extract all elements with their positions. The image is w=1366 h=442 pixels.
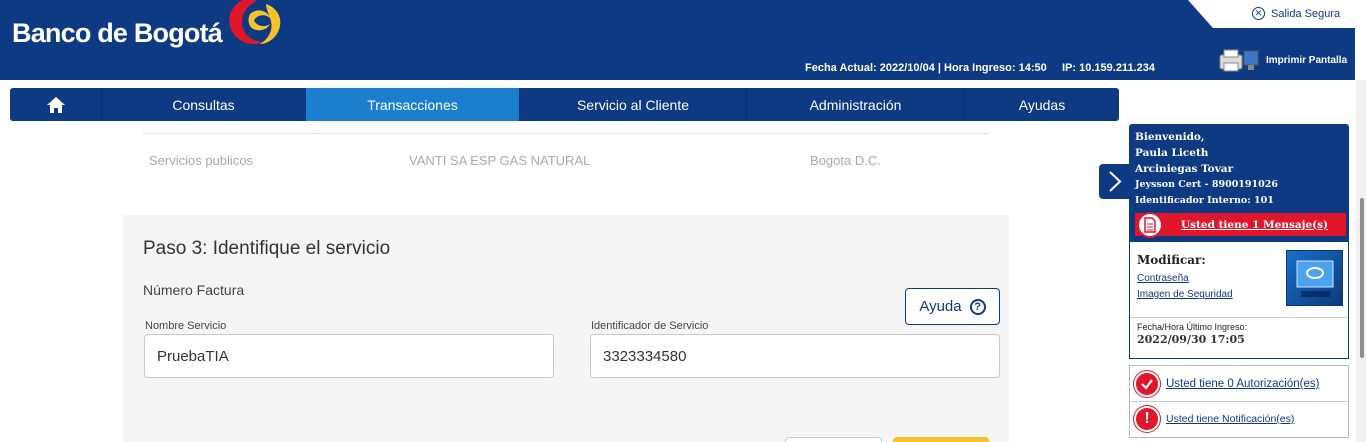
messages-link[interactable]: Usted tiene 1 Mensaje(s): [1163, 219, 1346, 231]
modify-panel: Modificar: Contraseña Imagen de Segurida…: [1129, 242, 1349, 359]
service-id-label: Identificador de Servicio: [591, 320, 709, 332]
scrollbar-thumb[interactable]: [1360, 198, 1364, 358]
secure-logout-link[interactable]: ✕ Salida Segura: [1252, 7, 1340, 20]
divider: [1130, 401, 1348, 402]
help-button[interactable]: Ayuda ?: [905, 288, 1000, 325]
alert-icon: !: [1134, 406, 1160, 432]
nav-transacciones-label: Transacciones: [367, 96, 458, 113]
notifications-link[interactable]: Usted tiene Notificación(es): [1166, 413, 1294, 425]
modify-title: Modificar:: [1137, 253, 1206, 267]
bank-name: Banco de Bogotá: [12, 18, 223, 48]
service-id-value: 3323334580: [603, 347, 687, 365]
nav-ayudas[interactable]: Ayudas: [965, 88, 1119, 121]
user-name-line2: Arciniegas Tovar: [1135, 163, 1234, 175]
chevron-right-icon: [1109, 171, 1122, 192]
nav-home[interactable]: [10, 88, 102, 121]
help-label: Ayuda: [919, 298, 962, 315]
collapse-panel-button[interactable]: [1099, 164, 1131, 199]
nav-ayudas-label: Ayudas: [1018, 96, 1066, 113]
current-date-info: Fecha Actual: 2022/10/04 | Hora Ingreso:…: [805, 62, 1047, 74]
user-name-line1: Paula Liceth: [1135, 147, 1209, 159]
service-id-field[interactable]: 3323334580: [590, 334, 1000, 378]
user-company: Jeysson Cert - 8900191026: [1135, 179, 1278, 190]
nav-transacciones[interactable]: Transacciones: [306, 88, 520, 121]
check-circle-icon: [1134, 371, 1160, 397]
last-login-value: 2022/09/30 17:05: [1137, 333, 1245, 346]
service-name-label: Nombre Servicio: [145, 320, 227, 332]
nav-administracion[interactable]: Administración: [747, 88, 965, 121]
nav-servicio-cliente-label: Servicio al Cliente: [576, 96, 690, 113]
welcome-greeting: Bienvenido,: [1135, 131, 1205, 143]
printer-icon: [1219, 49, 1259, 72]
document-icon: [1137, 211, 1163, 238]
nav-servicio-cliente[interactable]: Servicio al Cliente: [520, 88, 747, 121]
messages-banner[interactable]: Usted tiene 1 Mensaje(s): [1135, 211, 1346, 238]
bank-logo-mark-icon: [229, 0, 281, 44]
close-circle-icon: ✕: [1252, 7, 1265, 20]
nav-administracion-label: Administración: [809, 96, 902, 113]
home-icon: [46, 96, 65, 113]
app-root: Banco de Bogotá Fecha Actual: 2022/10/04…: [0, 0, 1366, 442]
authorizations-row[interactable]: Usted tiene 0 Autorización(es): [1134, 371, 1319, 397]
header: Banco de Bogotá Fecha Actual: 2022/10/04…: [0, 0, 1366, 80]
service-company: VANTI SA ESP GAS NATURAL: [409, 153, 591, 168]
user-internal-id: Identificador Interno: 101: [1135, 195, 1274, 206]
last-login-label: Fecha/Hora Último Ingreso:: [1137, 322, 1248, 332]
change-password-link[interactable]: Contraseña: [1137, 273, 1189, 284]
security-image-link[interactable]: Imagen de Seguridad: [1137, 289, 1233, 300]
bank-logo[interactable]: Banco de Bogotá: [12, 18, 223, 49]
step-subtitle: Número Factura: [143, 282, 245, 298]
step-title: Paso 3: Identifique el servicio: [143, 238, 391, 259]
divider: [143, 133, 989, 134]
main-nav: Consultas Transacciones Servicio al Clie…: [10, 88, 1119, 121]
service-name-value: PruebaTIA: [157, 347, 229, 365]
authorizations-link[interactable]: Usted tiene 0 Autorización(es): [1166, 378, 1319, 390]
print-screen-label: Imprimir Pantalla: [1266, 54, 1348, 66]
back-button[interactable]: [785, 437, 882, 442]
secure-logout-label: Salida Segura: [1271, 7, 1341, 20]
service-name-field[interactable]: PruebaTIA: [144, 334, 554, 378]
divider: [1130, 317, 1348, 318]
service-city: Bogota D.C.: [810, 153, 881, 168]
security-image-thumbnail: [1286, 250, 1343, 306]
notifications-panel: Usted tiene 0 Autorización(es) ! Usted t…: [1129, 365, 1349, 438]
nav-consultas-label: Consultas: [172, 96, 235, 113]
nav-consultas[interactable]: Consultas: [102, 88, 306, 121]
print-screen-button[interactable]: Imprimir Pantalla: [1218, 47, 1347, 73]
notifications-row[interactable]: ! Usted tiene Notificación(es): [1134, 406, 1294, 432]
header-edge: [1355, 28, 1366, 80]
ip-info: IP: 10.159.211.234: [1062, 62, 1155, 74]
continue-button[interactable]: [893, 437, 989, 442]
question-icon: ?: [969, 298, 986, 315]
service-type: Servicios publicos: [149, 153, 254, 168]
